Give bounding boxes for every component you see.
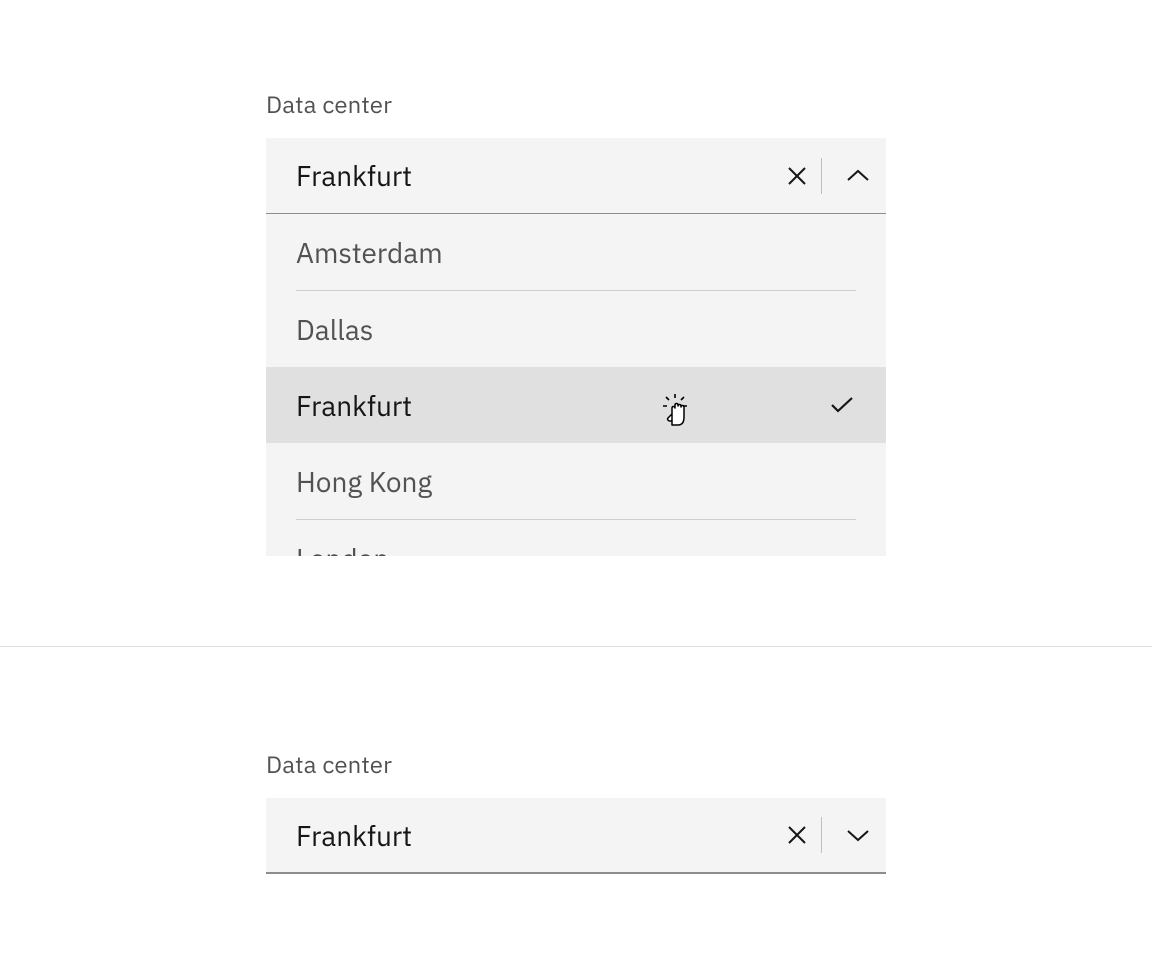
- combobox-selected-value: Frankfurt: [296, 817, 777, 854]
- close-icon: [787, 166, 807, 186]
- option-label: Hong Kong: [296, 463, 856, 500]
- toggle-button[interactable]: [830, 169, 886, 183]
- section-separator: [0, 646, 1152, 647]
- combobox-field[interactable]: Frankfurt: [266, 798, 886, 874]
- clear-button[interactable]: [777, 815, 817, 855]
- close-icon: [787, 825, 807, 845]
- option-frankfurt[interactable]: Frankfurt: [266, 367, 886, 443]
- field-label: Data center: [266, 88, 886, 120]
- option-amsterdam[interactable]: Amsterdam: [266, 214, 886, 290]
- option-label: London: [296, 540, 856, 557]
- combobox-menu-inner: Amsterdam Dallas Frankfurt Hong Kong: [266, 214, 886, 556]
- option-hongkong[interactable]: Hong Kong: [266, 443, 886, 519]
- option-label: Frankfurt: [296, 387, 828, 424]
- option-label: Amsterdam: [296, 234, 856, 271]
- combobox-closed: Frankfurt: [266, 798, 886, 874]
- checkmark-icon: [828, 391, 856, 419]
- combobox-field[interactable]: Frankfurt: [266, 138, 886, 214]
- icon-divider: [821, 817, 822, 853]
- toggle-button[interactable]: [830, 828, 886, 842]
- clear-button[interactable]: [777, 156, 817, 196]
- option-london[interactable]: London: [266, 520, 886, 556]
- combobox-selected-value: Frankfurt: [296, 157, 777, 194]
- option-dallas[interactable]: Dallas: [266, 291, 886, 367]
- dropdown-closed-section: Data center Frankfurt: [266, 748, 886, 874]
- chevron-up-icon: [847, 169, 869, 183]
- field-label: Data center: [266, 748, 886, 780]
- combobox-open: Frankfurt Amsterdam Dallas Frankfurt: [266, 138, 886, 556]
- chevron-down-icon: [847, 828, 869, 842]
- icon-divider: [821, 158, 822, 194]
- combobox-menu: Amsterdam Dallas Frankfurt Hong Kong: [266, 214, 886, 556]
- option-label: Dallas: [296, 311, 856, 348]
- dropdown-open-section: Data center Frankfurt Amsterdam Dallas: [266, 88, 886, 556]
